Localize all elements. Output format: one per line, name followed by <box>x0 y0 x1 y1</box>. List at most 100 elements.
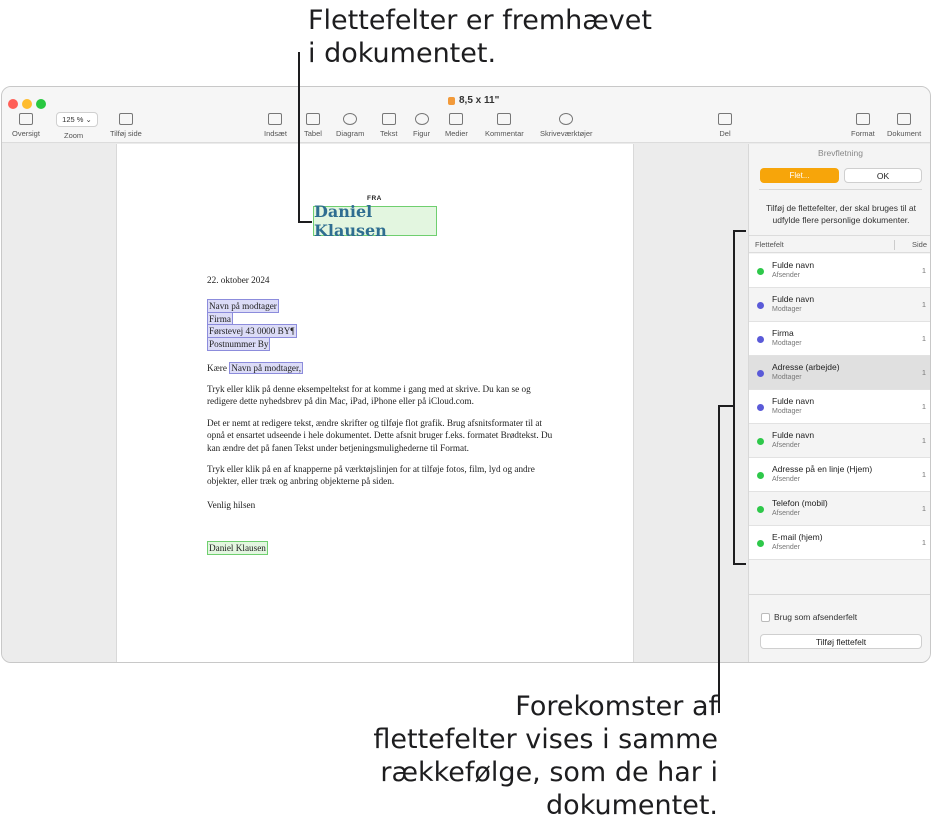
merge-field-row[interactable]: Fulde navn Modtager 1 <box>749 288 930 322</box>
field-source: Modtager <box>772 340 802 347</box>
document-page[interactable]: FRA Daniel Klausen 22. oktober 2024 Navn… <box>116 144 634 662</box>
field-page: 1 <box>921 334 926 343</box>
callout-line <box>298 52 300 222</box>
document-icon <box>897 113 912 125</box>
paragraph-2[interactable]: Det er nemt at redigere tekst, ændre skr… <box>207 417 557 454</box>
insert-button[interactable]: Indsæt <box>264 113 287 138</box>
callout-line <box>298 221 312 223</box>
comment-button[interactable]: Kommentar <box>485 113 524 138</box>
field-type-dot-icon <box>757 370 764 377</box>
field-type-dot-icon <box>757 438 764 445</box>
media-button[interactable]: Medier <box>445 113 468 138</box>
field-page: 1 <box>921 402 926 411</box>
merge-field-row[interactable]: Adresse på en linje (Hjem) Afsender 1 <box>749 458 930 492</box>
field-type-dot-icon <box>757 506 764 513</box>
merge-field-row[interactable]: Firma Modtager 1 <box>749 322 930 356</box>
field-type-dot-icon <box>757 404 764 411</box>
merge-field-list-header: Flettefelt Side <box>749 235 930 253</box>
writing-tools-button[interactable]: Skriveværktøjer <box>540 113 593 138</box>
divider <box>759 189 922 190</box>
text-button[interactable]: Tekst <box>380 113 398 138</box>
merge-field-row[interactable]: Fulde navn Afsender 1 <box>749 424 930 458</box>
field-page: 1 <box>921 266 926 275</box>
field-page: 1 <box>921 470 926 479</box>
add-merge-field-button[interactable]: Tilføj flettefelt <box>760 634 922 649</box>
close-window-button[interactable] <box>8 99 18 109</box>
divider <box>749 594 930 595</box>
merge-field-row[interactable]: Telefon (mobil) Afsender 1 <box>749 492 930 526</box>
field-type-dot-icon <box>757 268 764 275</box>
column-header-page[interactable]: Side <box>912 240 927 249</box>
field-page: 1 <box>921 538 926 547</box>
callout-bracket <box>733 563 746 565</box>
field-name: Fulde navn <box>772 430 815 440</box>
field-name: Firma <box>772 328 794 338</box>
document-title: 8,5 x 11" <box>448 95 499 106</box>
merge-button[interactable]: Flet... <box>760 168 839 183</box>
format-button[interactable]: Format <box>851 113 875 138</box>
postcode-field[interactable]: Postnummer By <box>207 337 271 351</box>
paragraph-1[interactable]: Tryk eller klik på denne eksempeltekst f… <box>207 383 557 408</box>
from-label: FRA <box>367 195 382 202</box>
signature-field[interactable]: Daniel Klausen <box>207 541 268 555</box>
greeting: Kære Navn på modtager, <box>207 362 303 374</box>
recipient-name-field[interactable]: Navn på modtager <box>207 299 279 313</box>
merge-field-row[interactable]: Fulde navn Modtager 1 <box>749 390 930 424</box>
field-name: Fulde navn <box>772 260 815 270</box>
table-button[interactable]: Tabel <box>304 113 322 138</box>
field-source: Afsender <box>772 272 801 279</box>
field-type-dot-icon <box>757 540 764 547</box>
share-button[interactable]: Del <box>718 113 732 138</box>
chart-button[interactable]: Diagram <box>336 113 364 138</box>
merge-field-row[interactable]: Fulde navn Afsender 1 <box>749 254 930 288</box>
field-page: 1 <box>921 368 926 377</box>
oversigt-button[interactable]: Oversigt <box>12 113 40 138</box>
minimize-window-button[interactable] <box>22 99 32 109</box>
zoom-label: Zoom <box>64 131 84 140</box>
address-field[interactable]: Førstevej 43 0000 BY¶ <box>207 324 297 338</box>
field-type-dot-icon <box>757 336 764 343</box>
field-source: Afsender <box>772 510 801 517</box>
column-header-field[interactable]: Flettefelt <box>755 240 784 249</box>
field-page: 1 <box>921 436 926 445</box>
field-page: 1 <box>921 504 926 513</box>
chart-icon <box>343 113 358 125</box>
sender-name-field[interactable]: Daniel Klausen <box>313 202 437 240</box>
callout-field-order: Forekomster af flettefelter vises i samm… <box>373 691 718 821</box>
sidebar-title: Brevfletning <box>818 148 863 158</box>
paragraph-3[interactable]: Tryk eller klik på en af knapperne på væ… <box>207 463 557 488</box>
shape-button[interactable]: Figur <box>413 113 430 138</box>
field-name: Adresse på en linje (Hjem) <box>772 464 873 474</box>
pages-window: 8,5 x 11" Oversigt 125 % ⌄ Zoom Tilføj s… <box>1 86 931 663</box>
table-icon <box>305 113 320 125</box>
media-icon <box>449 113 464 125</box>
field-source: Afsender <box>772 442 801 449</box>
insert-icon <box>268 113 283 125</box>
use-as-sender-checkbox[interactable] <box>761 613 770 622</box>
document-icon <box>448 96 455 105</box>
zoom-select[interactable]: 125 % ⌄ <box>56 112 98 127</box>
text-icon <box>381 113 396 125</box>
callout-line <box>718 405 735 407</box>
date-text: 22. oktober 2024 <box>207 275 270 285</box>
fullscreen-window-button[interactable] <box>36 99 46 109</box>
comment-icon <box>497 113 512 125</box>
callout-bracket <box>733 230 735 565</box>
field-source: Modtager <box>772 306 802 313</box>
callout-merge-fields-highlighted: Flettefelter er fremhævet i dokumentet. <box>308 5 652 69</box>
merge-field-row[interactable]: E-mail (hjem) Afsender 1 <box>749 526 930 560</box>
greeting-name-field[interactable]: Navn på modtager, <box>229 362 303 374</box>
share-icon <box>718 113 732 125</box>
callout-line <box>718 405 720 713</box>
toolbar: 8,5 x 11" Oversigt 125 % ⌄ Zoom Tilføj s… <box>2 87 930 143</box>
paintbrush-icon <box>855 113 870 125</box>
use-as-sender-label: Brug som afsenderfelt <box>774 612 858 622</box>
document-button[interactable]: Dokument <box>887 113 921 138</box>
merge-field-row[interactable]: Adresse (arbejde) Modtager 1 <box>749 356 930 390</box>
ok-button[interactable]: OK <box>844 168 922 183</box>
field-name: Telefon (mobil) <box>772 498 828 508</box>
field-type-dot-icon <box>757 302 764 309</box>
callout-bracket <box>733 230 746 232</box>
add-page-button[interactable]: Tilføj side <box>110 113 142 138</box>
writing-tools-icon <box>559 113 574 125</box>
